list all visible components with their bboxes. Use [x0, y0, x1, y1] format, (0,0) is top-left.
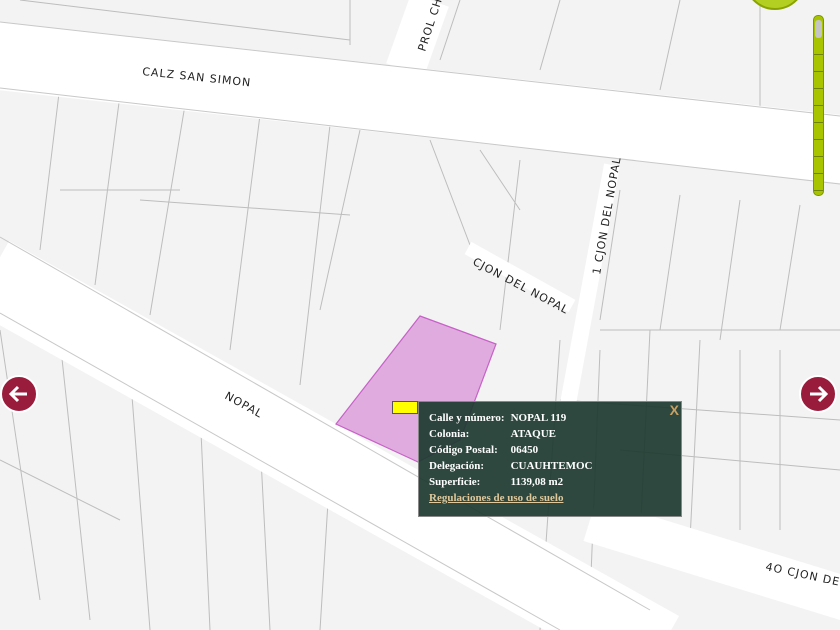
info-value: 06450 — [510, 443, 539, 456]
info-label: Superficie: — [429, 475, 481, 488]
info-row: Colonia: ATAQUE — [427, 427, 596, 443]
pan-left-button[interactable] — [0, 375, 38, 413]
info-row: Superficie: 1139,08 m2 — [427, 475, 596, 491]
pan-right-button[interactable] — [799, 375, 837, 413]
zoom-slider[interactable] — [813, 15, 824, 196]
info-label: Colonia: — [429, 427, 470, 440]
info-value: 1139,08 m2 — [510, 475, 564, 488]
arrow-left-icon — [8, 385, 27, 403]
parcel-info-table: Calle y número: NOPAL 119 Colonia: ATAQUE … — [427, 411, 596, 491]
streets — [0, 0, 840, 630]
info-row: Calle y número: NOPAL 119 — [427, 411, 596, 427]
info-row: Delegación: CUAUHTEMOC — [427, 459, 596, 475]
info-row: Código Postal: 06450 — [427, 443, 596, 459]
map-canvas[interactable]: CALZ SAN SIMON PROL CH CJON DEL NOPAL 1 … — [0, 0, 840, 630]
info-label: Delegación: — [429, 459, 484, 472]
land-use-regulations-link[interactable]: Regulaciones de uso de suelo — [429, 492, 563, 504]
parcel-info-popup: X Calle y número: NOPAL 119 Colonia: ATAQU… — [418, 401, 682, 517]
info-label: Código Postal: — [429, 443, 498, 456]
street-label-cjon-del-nopal: CJON DEL NOPAL — [471, 255, 571, 317]
arrow-right-icon — [810, 385, 829, 403]
info-label: Calle y número: — [429, 411, 505, 424]
info-value: CUAUHTEMOC — [510, 459, 593, 472]
info-value: ATAQUE — [510, 427, 557, 440]
zoom-slider-handle[interactable] — [815, 20, 822, 38]
location-tag-icon — [392, 401, 418, 414]
info-value: NOPAL 119 — [510, 411, 567, 424]
close-popup-button[interactable]: X — [670, 402, 679, 418]
